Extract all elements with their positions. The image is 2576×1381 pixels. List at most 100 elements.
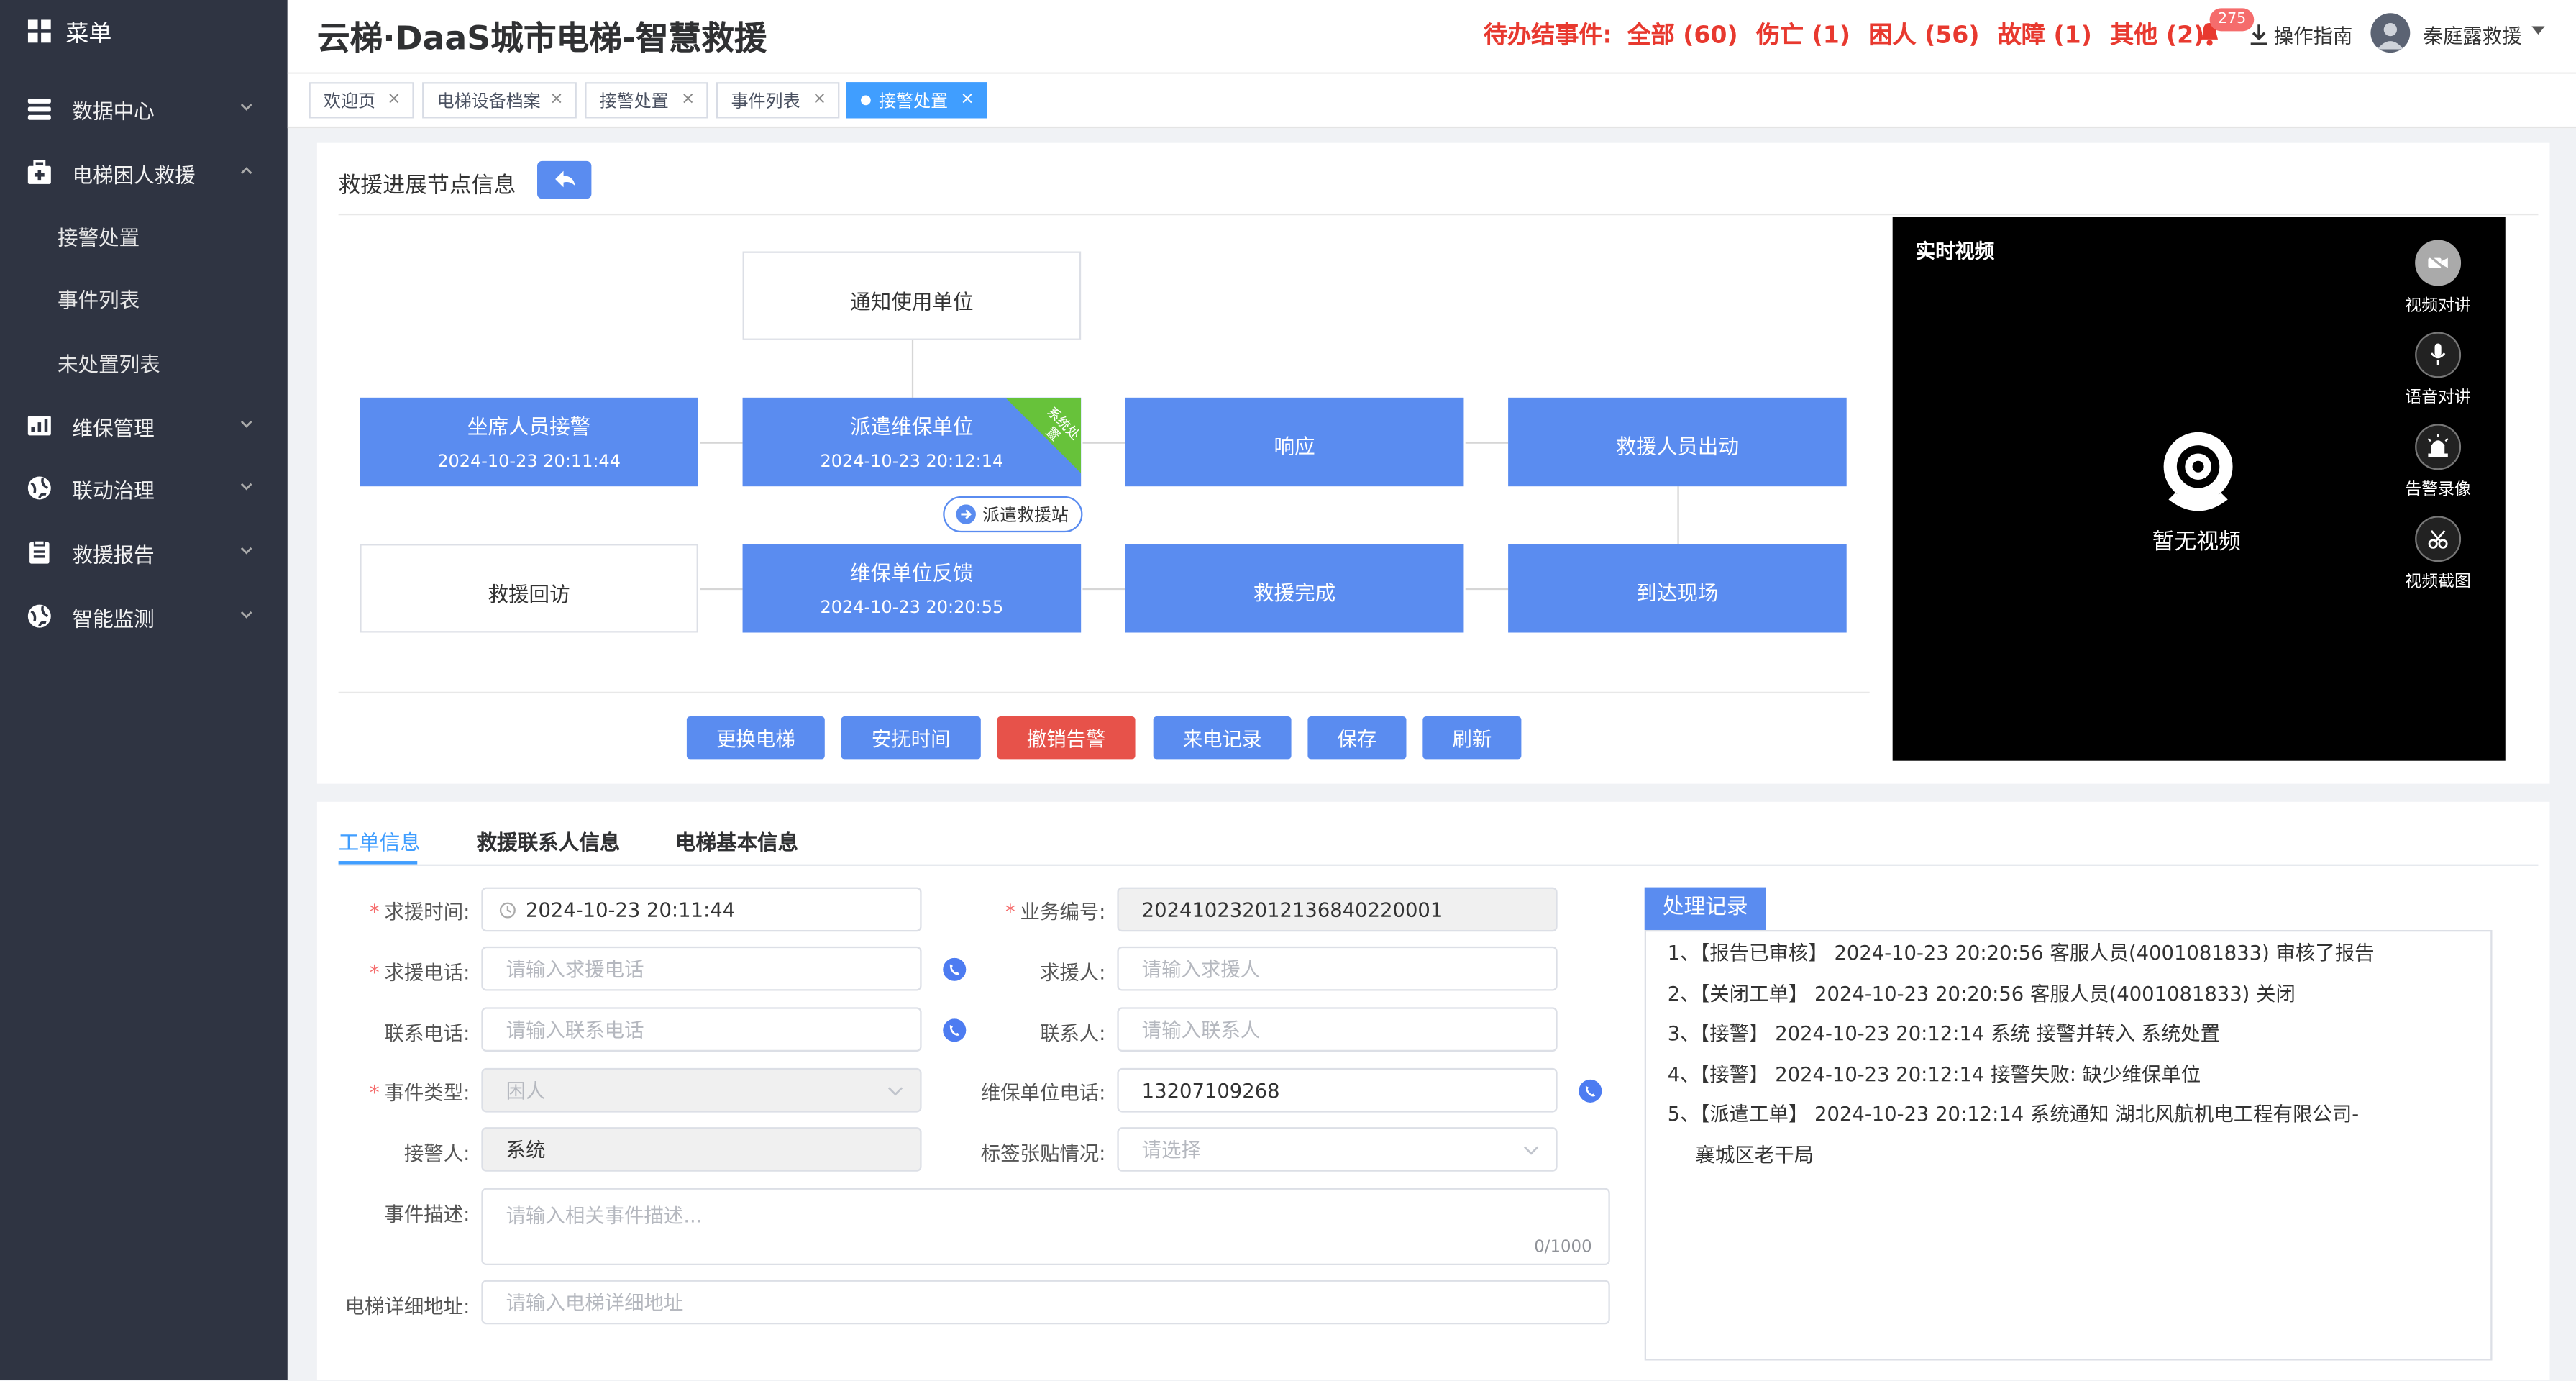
phone-call-icon[interactable]	[1579, 1079, 1602, 1103]
requester-input[interactable]: 请输入求援人	[1117, 946, 1558, 991]
pending-all[interactable]: 全部 (60)	[1627, 23, 1737, 50]
dispatch-station-button[interactable]: 派遣救援站	[943, 496, 1083, 533]
voice-intercom-button[interactable]: 语音对讲	[2395, 332, 2481, 408]
tab-event-list[interactable]: 事件列表 ×	[716, 82, 840, 119]
record-item: 1、【报告已审核】 2024-10-23 20:20:56 客服人员(40010…	[1667, 941, 2375, 965]
request-time-input[interactable]: 2024-10-23 20:11:44	[481, 887, 922, 932]
tab-rescue-contact[interactable]: 救援联系人信息	[476, 825, 620, 856]
app-title: 云梯·DaaS城市电梯-智慧救援	[316, 18, 767, 58]
scissors-icon	[2428, 529, 2448, 549]
connector	[700, 588, 743, 591]
tab-order-info[interactable]: 工单信息	[339, 825, 421, 856]
tab-bar: 欢迎页 × 电梯设备档案 × 接警处置 × 事件列表 × 接警处置 ×	[287, 72, 2576, 129]
node-seat-receive[interactable]: 坐席人员接警 2024-10-23 20:11:44	[360, 397, 698, 487]
alarm-light-icon	[2427, 434, 2449, 457]
connector	[1082, 588, 1125, 591]
tab-welcome[interactable]: 欢迎页 ×	[309, 82, 414, 119]
close-icon[interactable]: ×	[549, 91, 563, 109]
sidebar-item-label: 智能监测	[72, 605, 155, 631]
video-screenshot-button[interactable]: 视频截图	[2395, 516, 2481, 591]
video-intercom-button[interactable]: 视频对讲	[2395, 240, 2481, 316]
node-notify-unit[interactable]: 通知使用单位	[742, 251, 1082, 340]
connector	[700, 442, 743, 444]
connector	[1465, 588, 1509, 591]
contact-phone-input[interactable]: 请输入联系电话	[481, 1007, 922, 1052]
tab-elevator-basic[interactable]: 电梯基本信息	[675, 825, 798, 856]
event-type-label: * 事件类型:	[369, 1081, 470, 1105]
caret-down-icon[interactable]	[2531, 26, 2545, 37]
alarm-record-button[interactable]: 告警录像	[2395, 424, 2481, 499]
sidebar-subitem-alarm-handling[interactable]: 接警处置	[0, 204, 288, 266]
close-icon[interactable]: ×	[681, 91, 695, 109]
save-button[interactable]: 保存	[1307, 716, 1407, 760]
records-title: 处理记录	[1644, 887, 1766, 930]
connector	[1465, 442, 1509, 444]
call-record-button[interactable]: 来电记录	[1153, 716, 1292, 760]
cancel-alarm-button[interactable]: 撤销告警	[997, 716, 1136, 760]
node-rescue-complete[interactable]: 救援完成	[1125, 544, 1464, 633]
sidebar-subitem-event-list[interactable]: 事件列表	[0, 266, 288, 329]
back-button[interactable]	[537, 160, 592, 199]
menu-header[interactable]: 菜单	[0, 0, 288, 63]
pending-fault[interactable]: 故障 (1)	[1998, 23, 2092, 50]
medkit-icon	[27, 160, 51, 184]
sidebar-item-maintenance[interactable]: 维保管理	[0, 394, 288, 457]
avatar[interactable]	[2370, 13, 2411, 53]
sidebar-item-data-center[interactable]: 数据中心	[0, 77, 288, 140]
record-item: 5、【派遣工单】 2024-10-23 20:12:14 系统通知 湖北风航机电…	[1667, 1102, 2360, 1126]
user-icon	[2377, 22, 2404, 50]
node-arrive-scene[interactable]: 到达现场	[1508, 544, 1847, 633]
request-phone-label: * 求援电话:	[369, 961, 470, 985]
user-name[interactable]: 秦庭露救援	[2424, 22, 2522, 50]
tab-alarm-handling[interactable]: 接警处置 ×	[585, 82, 708, 119]
sidebar-item-elevator-rescue[interactable]: 电梯困人救援	[0, 141, 288, 204]
chevron-down-icon	[1523, 1146, 1539, 1155]
contact-input[interactable]: 请输入联系人	[1117, 1007, 1558, 1052]
sidebar-item-rescue-report[interactable]: 救援报告	[0, 521, 288, 583]
address-input[interactable]: 请输入电梯详细地址	[481, 1280, 1610, 1325]
globe-icon	[27, 476, 51, 500]
node-rescue-revisit[interactable]: 救援回访	[360, 544, 698, 633]
record-item: 4、【接警】 2024-10-23 20:12:14 接警失败: 缺少维保单位	[1667, 1063, 2201, 1087]
record-item-continued: 襄城区老干局	[1695, 1143, 1814, 1167]
camera-icon	[2163, 432, 2233, 511]
description-textarea[interactable]: 请输入相关事件描述... 0/1000	[481, 1188, 1610, 1266]
business-no-label: * 业务编号:	[1005, 900, 1106, 924]
pending-trapped[interactable]: 困人 (56)	[1868, 23, 1979, 50]
contact-label: 联系人:	[1039, 1021, 1106, 1045]
progress-title: 救援进展节点信息	[338, 172, 516, 199]
request-phone-input[interactable]: 请输入求援电话	[481, 946, 922, 991]
refresh-button[interactable]: 刷新	[1422, 716, 1522, 760]
microphone-icon	[2430, 343, 2446, 365]
char-counter: 0/1000	[1534, 1239, 1592, 1257]
label-status-select[interactable]: 请选择	[1117, 1127, 1558, 1172]
comfort-time-button[interactable]: 安抚时间	[841, 716, 981, 760]
close-icon[interactable]: ×	[813, 91, 826, 109]
node-dispatch-maintenance[interactable]: 派遣维保单位 2024-10-23 20:12:14 系统处置	[742, 397, 1082, 487]
business-no-input: 20241023201213684022000​1	[1117, 887, 1558, 932]
node-rescuer-depart[interactable]: 救援人员出动	[1508, 397, 1847, 487]
close-icon[interactable]: ×	[961, 91, 974, 109]
tab-elevator-archive[interactable]: 电梯设备档案 ×	[422, 82, 577, 119]
node-respond[interactable]: 响应	[1125, 397, 1464, 487]
chevron-down-icon	[240, 420, 252, 428]
maint-phone-input[interactable]: 13207109268	[1117, 1067, 1558, 1113]
change-elevator-button[interactable]: 更换电梯	[686, 716, 825, 760]
pending-casualty[interactable]: 伤亡 (1)	[1756, 23, 1850, 50]
close-icon[interactable]: ×	[387, 91, 401, 109]
node-maintenance-feedback[interactable]: 维保单位反馈 2024-10-23 20:20:55	[742, 544, 1082, 633]
sidebar-item-label: 电梯困人救援	[72, 162, 196, 187]
pending-other[interactable]: 其他 (2)	[2110, 23, 2204, 50]
tabs-divider	[338, 864, 2539, 866]
sidebar-subitem-unhandled-list[interactable]: 未处置列表	[0, 330, 288, 393]
download-icon[interactable]	[2249, 23, 2268, 46]
menu-title: 菜单	[65, 21, 112, 48]
sidebar-item-label: 数据中心	[72, 97, 155, 123]
address-label: 电梯详细地址:	[344, 1295, 470, 1318]
tab-alarm-handling-active[interactable]: 接警处置 ×	[846, 82, 987, 119]
connector	[911, 339, 914, 398]
sidebar-item-smart-monitor[interactable]: 智能监测	[0, 585, 288, 647]
sidebar-item-linkage[interactable]: 联动治理	[0, 457, 288, 519]
guide-link[interactable]: 操作指南	[2274, 22, 2353, 50]
contact-phone-label: 联系电话:	[384, 1021, 470, 1045]
